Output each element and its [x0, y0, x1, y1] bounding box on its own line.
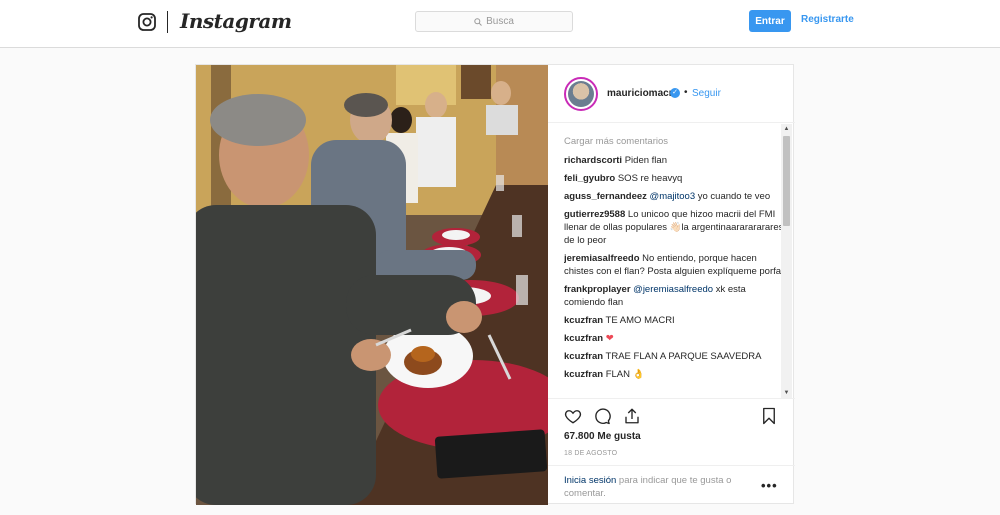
share-icon[interactable] — [623, 407, 641, 425]
bookmark-icon[interactable] — [760, 407, 778, 425]
post-date[interactable]: 18 DE AGOSTO — [564, 450, 617, 457]
comment-text: TE AMO MACRI — [605, 315, 675, 326]
comment-text: yo cuando te veo — [697, 191, 771, 202]
verified-badge-icon: ✓ — [670, 88, 680, 98]
load-more-comments-button[interactable]: Cargar más comentarios — [564, 135, 784, 148]
comments-scrollbar[interactable]: ▲ ▼ — [781, 124, 792, 398]
comment-item: richardscorti Piden flan — [564, 154, 784, 167]
comment-mention[interactable]: @jeremiasalfreedo — [633, 284, 713, 295]
comment-username[interactable]: aguss_fernandeez — [564, 191, 647, 202]
separator-dot: • — [684, 87, 688, 98]
heart-icon[interactable] — [564, 407, 582, 425]
comment-item: kcuzfran TE AMO MACRI — [564, 314, 784, 327]
post-footer: Inicia sesión para indicar que te gusta … — [548, 465, 795, 505]
comment-item: jeremiasalfreedo No entiendo, porque hac… — [564, 252, 784, 278]
comment-item: gutierrez9588 Lo unicoo que hizoo macrii… — [564, 208, 784, 247]
logo-divider — [167, 11, 168, 33]
avatar[interactable] — [564, 77, 598, 111]
top-navbar: Instagram Busca Entrar Registrarte — [0, 0, 1000, 48]
comment-text: SOS re heavyq — [617, 173, 683, 184]
comment-username[interactable]: gutierrez9588 — [564, 209, 625, 220]
comment-item: kcuzfran TRAE FLAN A PARQUE SAAVEDRA — [564, 350, 784, 363]
post-photo-illustration — [196, 65, 548, 505]
comment-text: FLAN 👌 — [605, 369, 645, 380]
comment-username[interactable]: jeremiasalfreedo — [564, 253, 640, 264]
scroll-down-arrow-icon[interactable]: ▼ — [781, 388, 792, 398]
comment-username[interactable]: richardscorti — [564, 155, 622, 166]
more-options-icon[interactable]: ••• — [761, 478, 778, 493]
comment-item: kcuzfran ❤ — [564, 332, 784, 345]
search-placeholder: Busca — [486, 16, 514, 27]
comment-item: feli_gyubro SOS re heavyq — [564, 172, 784, 185]
comment-text: Piden flan — [624, 155, 667, 166]
likes-count[interactable]: 67.800 Me gusta — [564, 431, 641, 442]
post-actions-bar — [548, 398, 795, 428]
comment-icon[interactable] — [593, 407, 611, 425]
login-link[interactable]: Inicia sesión — [564, 475, 616, 486]
comment-username[interactable]: kcuzfran — [564, 333, 603, 344]
comments-list: Cargar más comentarios richardscorti Pid… — [564, 135, 784, 397]
post-card: mauriciomacri ✓ • Seguir Cargar más come… — [195, 64, 795, 505]
register-link[interactable]: Registrarte — [801, 14, 854, 25]
comment-username[interactable]: feli_gyubro — [564, 173, 615, 184]
search-icon — [474, 17, 482, 26]
post-header: mauriciomacri ✓ • Seguir — [548, 65, 795, 123]
search-input[interactable]: Busca — [415, 11, 573, 32]
login-prompt: Inicia sesión para indicar que te gusta … — [564, 474, 754, 500]
comment-username[interactable]: kcuzfran — [564, 369, 603, 380]
post-photo[interactable] — [196, 65, 548, 505]
instagram-wordmark[interactable]: Instagram — [180, 9, 292, 33]
avatar-image — [568, 81, 594, 107]
comment-item: kcuzfran FLAN 👌 — [564, 368, 784, 381]
comment-item: frankproplayer @jeremiasalfreedo xk esta… — [564, 283, 784, 309]
comment-username[interactable]: kcuzfran — [564, 315, 603, 326]
instagram-camera-icon[interactable] — [138, 13, 156, 31]
scroll-up-arrow-icon[interactable]: ▲ — [781, 124, 792, 134]
comment-item: aguss_fernandeez @majitoo3 yo cuando te … — [564, 190, 784, 203]
comment-username[interactable]: kcuzfran — [564, 351, 603, 362]
comment-text: TRAE FLAN A PARQUE SAAVEDRA — [605, 351, 762, 362]
follow-button[interactable]: Seguir — [692, 88, 721, 99]
post-sidebar: mauriciomacri ✓ • Seguir Cargar más come… — [548, 65, 795, 505]
login-button[interactable]: Entrar — [749, 10, 791, 32]
comment-mention[interactable]: @majitoo3 — [650, 191, 696, 202]
scrollbar-thumb[interactable] — [783, 136, 790, 226]
comment-username[interactable]: frankproplayer — [564, 284, 631, 295]
heart-emoji-icon: ❤ — [605, 333, 614, 344]
post-username[interactable]: mauriciomacri — [607, 88, 675, 99]
